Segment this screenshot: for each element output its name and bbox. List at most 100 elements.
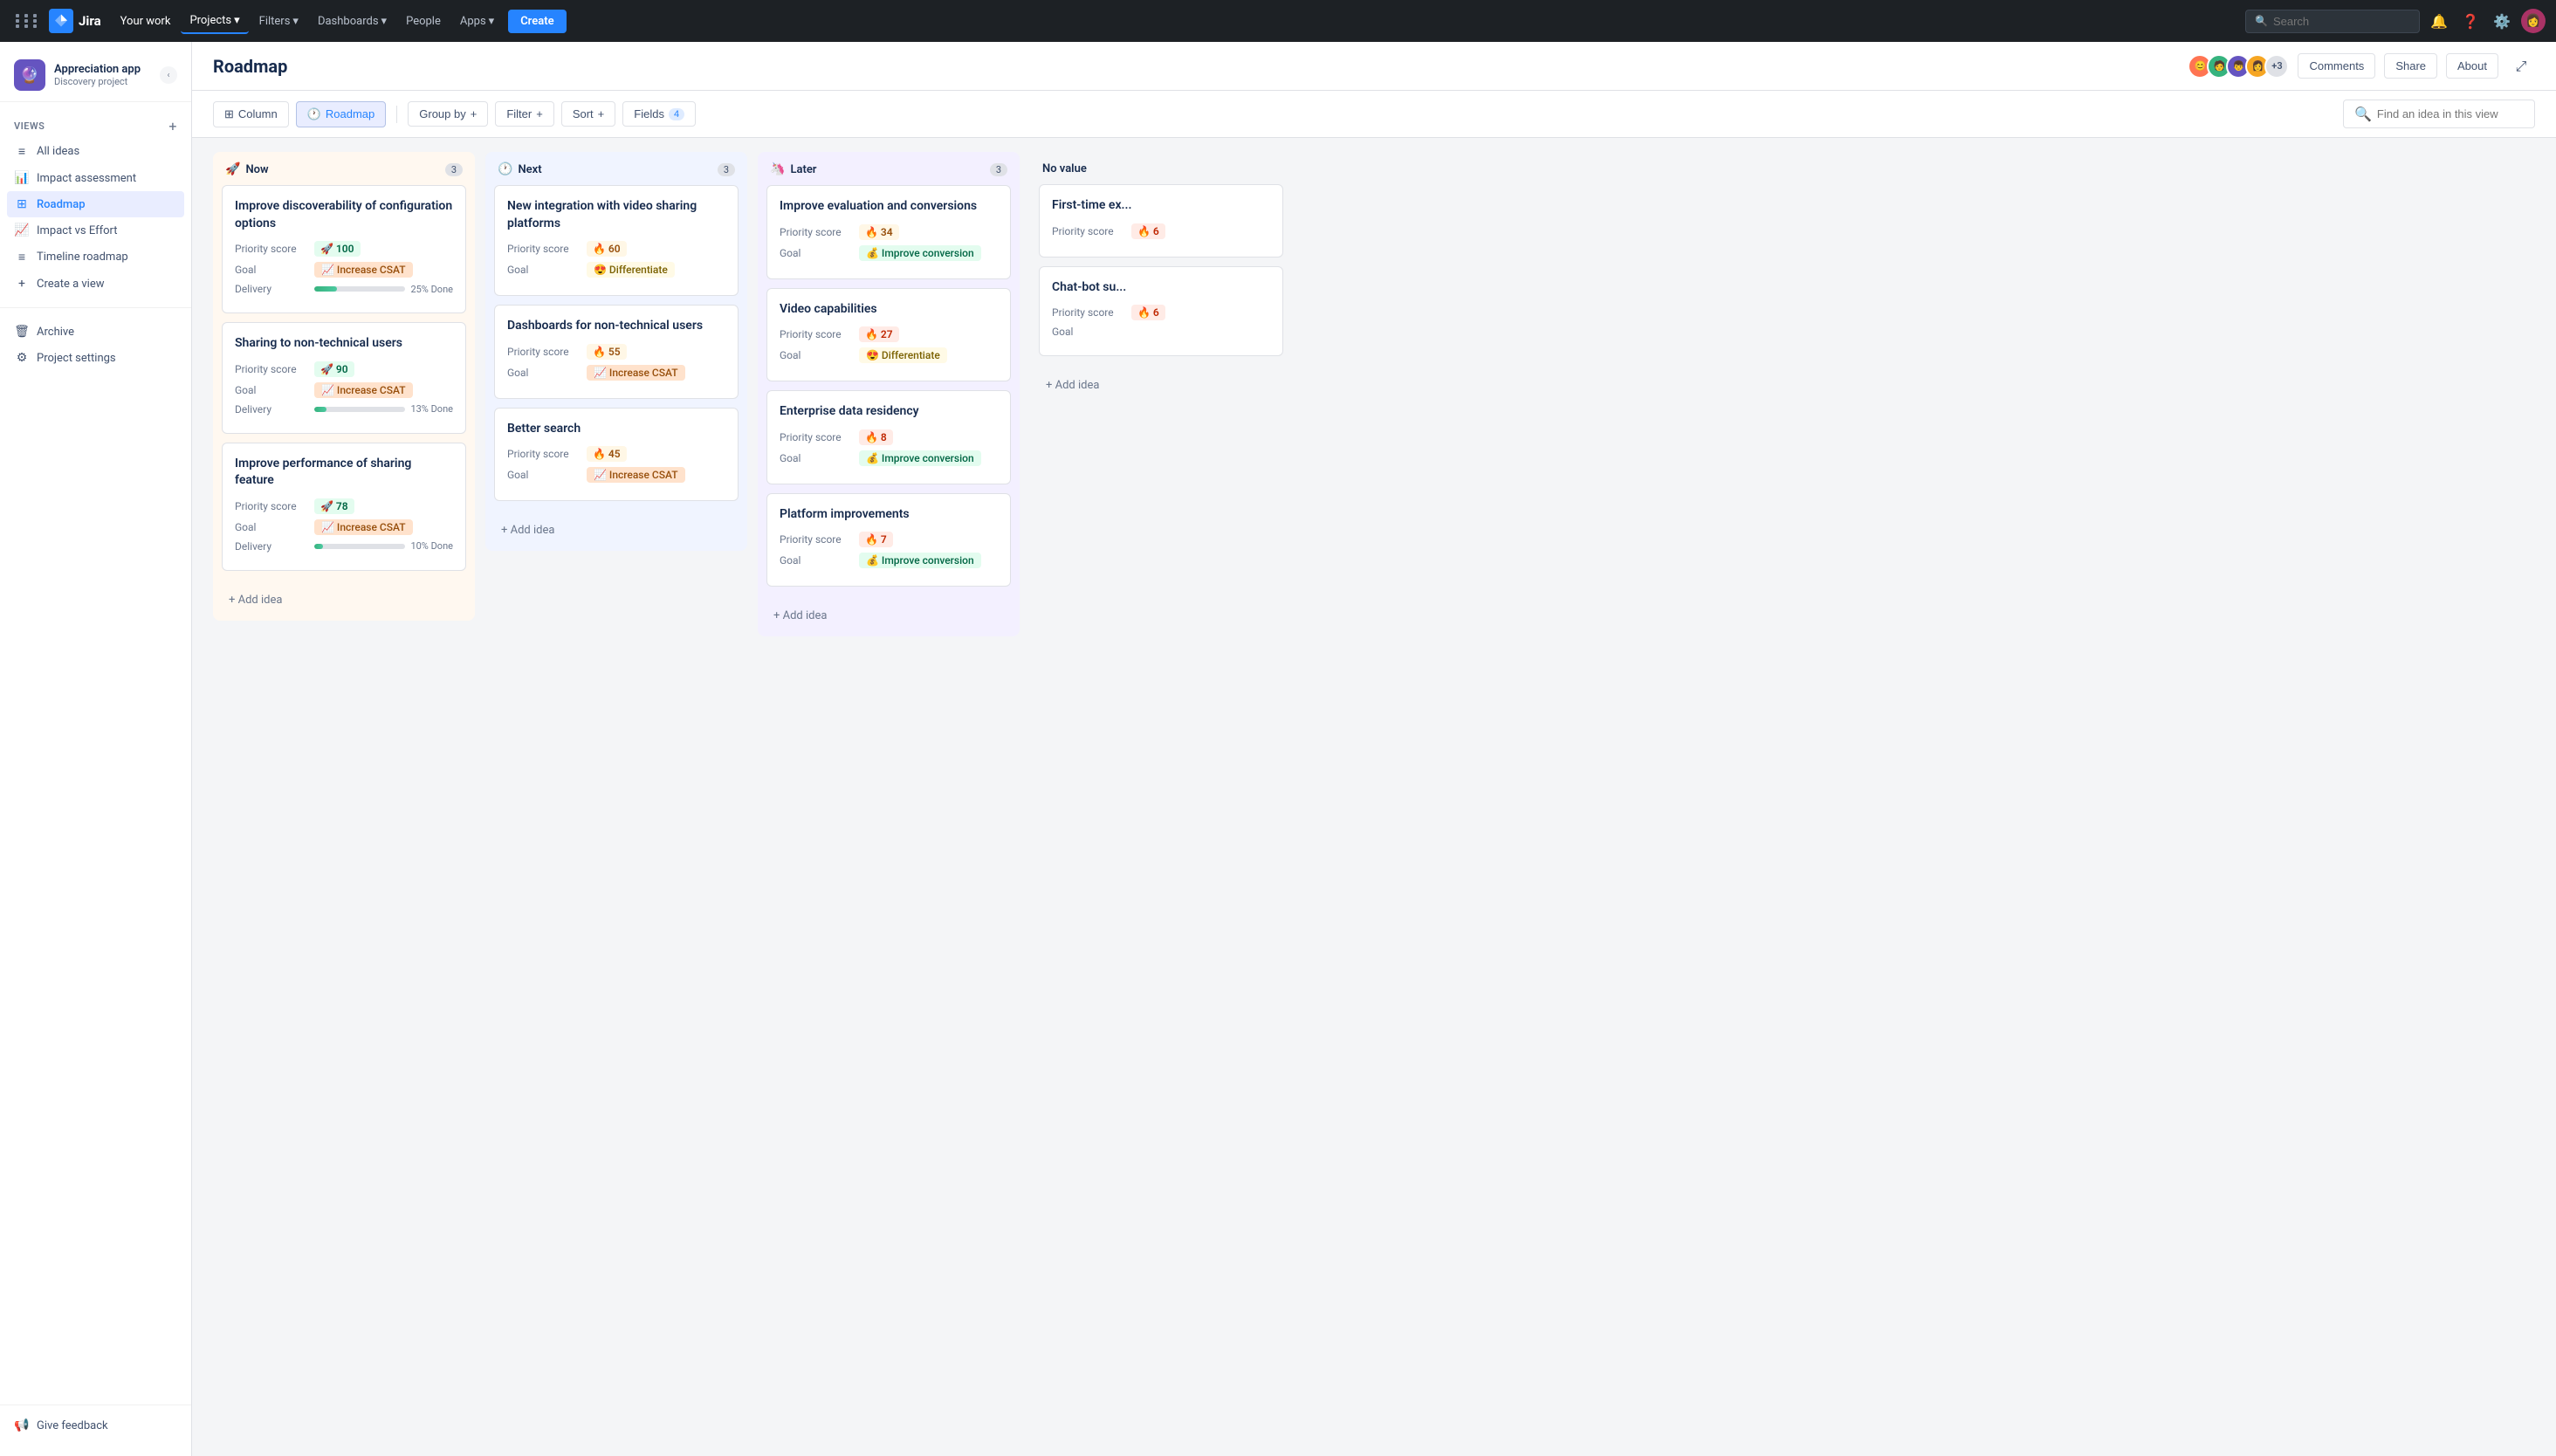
column-header-later: 🦄Later3 bbox=[758, 152, 1020, 185]
card-card-3[interactable]: Improve performance of sharing featurePr… bbox=[222, 443, 466, 571]
column-title-novalue: No value bbox=[1042, 162, 1087, 175]
search-input[interactable] bbox=[2273, 15, 2404, 28]
card-card-12[interactable]: Chat-bot su... Priority score 🔥 6 Goal bbox=[1039, 266, 1283, 357]
priority-score-badge: 🔥 27 bbox=[859, 326, 899, 342]
priority-score-badge: 🔥 55 bbox=[587, 344, 627, 360]
global-search[interactable]: 🔍 bbox=[2245, 10, 2420, 33]
column-body-next: New integration with video sharing platf… bbox=[485, 185, 747, 510]
impact-effort-icon: 📈 bbox=[14, 223, 30, 237]
comments-button[interactable]: Comments bbox=[2298, 53, 2375, 79]
nav-people[interactable]: People bbox=[397, 10, 450, 33]
sidebar-item-feedback[interactable]: 📢 Give feedback bbox=[7, 1412, 184, 1439]
add-idea-button-later[interactable]: + Add idea bbox=[770, 604, 1007, 628]
page-header-right: 😊 🧑 👦 👩 +3 Comments Share About ⤢ bbox=[2188, 52, 2535, 80]
sidebar-item-roadmap[interactable]: ⊞ Roadmap bbox=[7, 191, 184, 217]
now-count: 3 bbox=[445, 163, 463, 176]
priority-score-badge: 🔥 7 bbox=[859, 532, 893, 547]
add-view-icon[interactable]: + bbox=[168, 118, 177, 134]
priority-score-badge: 🔥 34 bbox=[859, 224, 899, 240]
sidebar-item-impact-assessment[interactable]: 📊 Impact assessment bbox=[7, 165, 184, 191]
avatar-count: +3 bbox=[2264, 54, 2289, 79]
toolbar-divider-1 bbox=[396, 106, 397, 123]
priority-label: Priority score bbox=[507, 448, 581, 460]
priority-score-badge: 🔥 60 bbox=[587, 241, 627, 257]
column-title-next: 🕐Next bbox=[498, 162, 542, 176]
project-name: Appreciation app bbox=[54, 63, 141, 76]
add-idea-button-now[interactable]: + Add idea bbox=[225, 588, 463, 612]
sidebar-item-timeline-roadmap[interactable]: ≡ Timeline roadmap bbox=[7, 244, 184, 271]
sort-plus-icon: + bbox=[598, 107, 605, 120]
card-card-8[interactable]: Video capabilitiesPriority score🔥 27Goal… bbox=[766, 288, 1011, 382]
column-later: 🦄Later3Improve evaluation and conversion… bbox=[758, 152, 1020, 636]
sidebar-item-all-ideas[interactable]: ≡ All ideas bbox=[7, 138, 184, 165]
settings-icon[interactable]: ⚙️ bbox=[2490, 9, 2514, 33]
share-button[interactable]: Share bbox=[2384, 53, 2437, 79]
idea-search-icon: 🔍 bbox=[2354, 106, 2372, 122]
idea-search-input[interactable] bbox=[2377, 107, 2524, 120]
card-card-2[interactable]: Sharing to non-technical usersPriority s… bbox=[222, 322, 466, 434]
groupby-button[interactable]: Group by + bbox=[408, 101, 488, 127]
sidebar-item-impact-effort[interactable]: 📈 Impact vs Effort bbox=[7, 217, 184, 244]
goal-label: Goal bbox=[1052, 326, 1126, 338]
card-card-10[interactable]: Platform improvementsPriority score🔥 7Go… bbox=[766, 493, 1011, 587]
project-type: Discovery project bbox=[54, 76, 141, 87]
delivery-pct-label: 25% Done bbox=[410, 284, 453, 295]
kanban-board: 🚀Now 3 Improve discoverability of configur… bbox=[192, 138, 2556, 1456]
create-button[interactable]: Create bbox=[508, 10, 566, 33]
goal-label: Goal bbox=[235, 521, 309, 533]
sidebar-feedback: 📢 Give feedback bbox=[0, 1404, 191, 1446]
card-card-5[interactable]: Dashboards for non-technical usersPriori… bbox=[494, 305, 739, 399]
card-title: Chat-bot su... bbox=[1052, 279, 1270, 297]
goal-label: Goal bbox=[507, 367, 581, 379]
app-switcher[interactable] bbox=[10, 9, 45, 33]
nav-dashboards[interactable]: Dashboards ▾ bbox=[309, 10, 395, 33]
goal-badge: 💰 Improve conversion bbox=[859, 450, 981, 466]
priority-score-badge: 🔥 6 bbox=[1131, 305, 1165, 320]
column-novalue: No value First-time ex...Priority score🔥 … bbox=[1030, 152, 1292, 406]
roadmap-icon: ⊞ bbox=[14, 197, 30, 211]
sort-button[interactable]: Sort + bbox=[561, 101, 615, 127]
nav-your-work[interactable]: Your work bbox=[112, 10, 180, 33]
nav-projects[interactable]: Projects ▾ bbox=[181, 9, 248, 34]
next-title: Next bbox=[518, 163, 541, 176]
goal-badge: 💰 Improve conversion bbox=[859, 553, 981, 568]
goal-label: Goal bbox=[235, 384, 309, 396]
add-idea-button-novalue[interactable]: + Add idea bbox=[1042, 374, 1280, 397]
column-title-now: 🚀Now bbox=[225, 162, 269, 176]
card-card-11[interactable]: First-time ex...Priority score🔥 6 bbox=[1039, 184, 1283, 258]
user-avatar[interactable]: 👩 bbox=[2521, 9, 2546, 33]
priority-label: Priority score bbox=[1052, 306, 1126, 319]
add-idea-button-next[interactable]: + Add idea bbox=[498, 519, 735, 542]
roadmap-button[interactable]: 🕐 Roadmap bbox=[296, 101, 387, 127]
fields-button[interactable]: Fields 4 bbox=[622, 101, 696, 127]
about-button[interactable]: About bbox=[2446, 53, 2498, 79]
card-card-4[interactable]: New integration with video sharing platf… bbox=[494, 185, 739, 296]
card-card-1[interactable]: Improve discoverability of configuration… bbox=[222, 185, 466, 313]
help-icon[interactable]: ❓ bbox=[2458, 9, 2483, 33]
jira-logo[interactable]: Jira bbox=[49, 9, 101, 33]
card-card-7[interactable]: Improve evaluation and conversionsPriori… bbox=[766, 185, 1011, 279]
nav-filters[interactable]: Filters ▾ bbox=[251, 10, 307, 33]
notifications-icon[interactable]: 🔔 bbox=[2427, 9, 2451, 33]
expand-button[interactable]: ⤢ bbox=[2507, 52, 2535, 80]
card-card-9[interactable]: Enterprise data residencyPriority score🔥… bbox=[766, 390, 1011, 484]
main-content: Roadmap 😊 🧑 👦 👩 +3 Comments Share About … bbox=[192, 42, 2556, 1456]
fields-count-badge: 4 bbox=[669, 108, 684, 120]
filter-button[interactable]: Filter + bbox=[495, 101, 553, 127]
goal-badge: 😍 Differentiate bbox=[587, 262, 675, 278]
sidebar-item-archive[interactable]: 🗑 Archive bbox=[7, 319, 184, 345]
idea-search[interactable]: 🔍 bbox=[2343, 100, 2535, 128]
groupby-plus-icon: + bbox=[471, 107, 478, 120]
main-nav: Your work Projects ▾ Filters ▾ Dashboard… bbox=[112, 9, 2242, 34]
later-title: Later bbox=[790, 163, 816, 176]
column-title-later: 🦄Later bbox=[770, 162, 817, 176]
card-card-6[interactable]: Better searchPriority score🔥 45Goal📈 Inc… bbox=[494, 408, 739, 502]
column-button[interactable]: ⊞ Column bbox=[213, 101, 289, 127]
sidebar-collapse-btn[interactable]: ‹ bbox=[160, 66, 177, 84]
sidebar-item-project-settings[interactable]: ⚙ Project settings bbox=[7, 345, 184, 371]
toolbar: ⊞ Column 🕐 Roadmap Group by + Filter + S… bbox=[192, 91, 2556, 138]
priority-score-badge: 🚀 78 bbox=[314, 498, 354, 514]
goal-badge: 📈 Increase CSAT bbox=[314, 382, 413, 398]
sidebar-item-create-view[interactable]: + Create a view bbox=[7, 271, 184, 297]
nav-apps[interactable]: Apps ▾ bbox=[451, 10, 503, 33]
